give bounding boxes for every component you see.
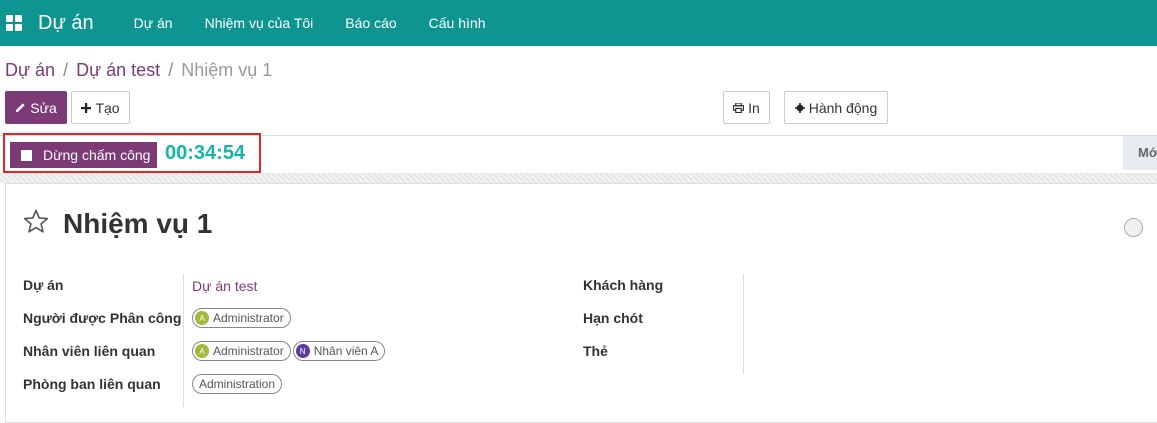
project-field[interactable]: Dự án test — [192, 278, 257, 294]
top-navbar: Dự án Dự án Nhiệm vụ của Tôi Báo cáo Cấu… — [0, 0, 1157, 46]
print-button-label: In — [748, 99, 760, 116]
printer-icon — [733, 102, 745, 113]
edit-button[interactable]: Sửa — [5, 91, 67, 124]
assignee-tag[interactable]: A Administrator — [192, 308, 291, 328]
field-separator — [743, 274, 744, 374]
breadcrumb-current: Nhiệm vụ 1 — [181, 60, 273, 80]
assignee-name: Administrator — [213, 311, 284, 325]
breadcrumb-root[interactable]: Dự án — [5, 60, 55, 81]
stage-new-button[interactable]: Mới — [1123, 136, 1157, 170]
stop-icon — [21, 149, 32, 161]
department-tag[interactable]: Administration — [192, 374, 283, 394]
department-label: Phòng ban liên quan — [23, 376, 161, 392]
follower-name: Administrator — [213, 344, 284, 358]
project-label: Dự án — [23, 277, 64, 293]
pencil-icon — [15, 102, 26, 113]
follower-tag[interactable]: N Nhân viên A — [292, 341, 386, 361]
stop-timer-label: Dừng chấm công — [43, 147, 151, 163]
timer-highlight-box: Dừng chấm công 00:34:54 — [3, 133, 261, 173]
sheet-background — [0, 173, 1157, 183]
customer-label: Khách hàng — [583, 277, 664, 293]
breadcrumb-project[interactable]: Dự án test — [76, 60, 160, 81]
timer-display: 00:34:54 — [165, 142, 246, 164]
stop-timer-button[interactable]: Dừng chấm công — [10, 142, 157, 168]
plus-icon — [81, 102, 92, 113]
create-button-label: Tạo — [95, 99, 120, 116]
follower-name: Nhân viên A — [313, 344, 379, 358]
breadcrumb-separator: / — [168, 60, 174, 80]
followers-field[interactable]: A Administrator N Nhân viên A — [192, 341, 387, 361]
task-title: Nhiệm vụ 1 — [63, 208, 213, 239]
field-separator — [183, 274, 184, 407]
tags-label: Thẻ — [583, 343, 608, 359]
action-button[interactable]: Hành động — [784, 91, 888, 124]
assignee-field[interactable]: A Administrator — [192, 308, 293, 328]
department-field[interactable]: Administration — [192, 374, 284, 394]
nav-item-projects[interactable]: Dự án — [118, 0, 189, 46]
gear-icon — [794, 102, 805, 113]
deadline-label: Hạn chót — [583, 310, 643, 326]
star-icon[interactable] — [23, 209, 49, 239]
avatar: N — [295, 344, 310, 358]
form-sheet: Nhiệm vụ 1 Dự án Người được Phân công Nh… — [5, 183, 1157, 423]
app-brand[interactable]: Dự án — [38, 12, 94, 35]
breadcrumb: Dự án / Dự án test / Nhiệm vụ 1 — [5, 60, 272, 81]
edit-button-label: Sửa — [30, 99, 57, 116]
nav-item-reports[interactable]: Báo cáo — [329, 0, 412, 46]
avatar: A — [195, 311, 209, 325]
avatar: A — [195, 344, 209, 358]
follower-tag[interactable]: A Administrator — [192, 341, 291, 361]
print-button[interactable]: In — [723, 91, 770, 124]
apps-menu-icon[interactable] — [6, 15, 22, 31]
followers-label: Nhân viên liên quan — [23, 343, 156, 359]
breadcrumb-separator: / — [63, 60, 69, 80]
nav-item-my-tasks[interactable]: Nhiệm vụ của Tôi — [189, 0, 330, 46]
nav-item-configuration[interactable]: Cấu hình — [413, 0, 502, 46]
kanban-state-icon[interactable] — [1124, 218, 1143, 237]
assignee-label: Người được Phân công — [23, 310, 182, 326]
action-button-label: Hành động — [808, 99, 878, 116]
create-button[interactable]: Tạo — [71, 91, 130, 124]
